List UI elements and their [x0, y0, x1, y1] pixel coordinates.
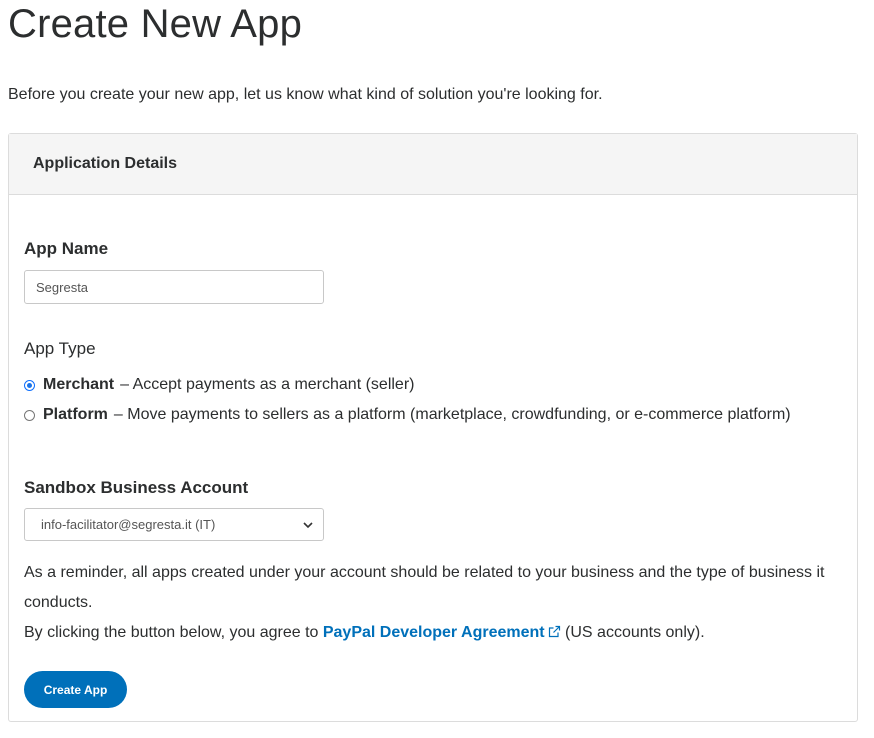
chevron-down-icon: [303, 521, 313, 528]
developer-agreement-link[interactable]: PayPal Developer Agreement: [323, 624, 561, 641]
app-name-label: App Name: [24, 239, 109, 258]
sandbox-account-select[interactable]: info-facilitator@segresta.it (IT): [24, 508, 324, 541]
page-title: Create New App: [8, 2, 303, 46]
merchant-radio[interactable]: [24, 379, 35, 391]
merchant-option-description: – Accept payments as a merchant (seller): [120, 376, 415, 393]
agreement-suffix: (US accounts only).: [565, 624, 705, 641]
card-header: Application Details: [9, 134, 857, 195]
external-link-icon: [548, 625, 560, 638]
app-type-label: App Type: [24, 339, 96, 358]
page-intro: Before you create your new app, let us k…: [8, 86, 603, 103]
create-app-button[interactable]: Create App: [24, 671, 127, 708]
platform-option-name: Platform: [43, 406, 108, 423]
app-name-input[interactable]: [24, 270, 324, 304]
card-header-title: Application Details: [33, 155, 178, 172]
sandbox-account-selected: info-facilitator@segresta.it (IT): [41, 517, 216, 532]
application-details-card: Application Details App Name App Type Me…: [8, 133, 858, 722]
radio-option-merchant[interactable]: Merchant – Accept payments as a merchant…: [24, 376, 414, 394]
reminder-text: As a reminder, all apps created under yo…: [24, 564, 825, 611]
create-app-page: Create New App Before you create your ne…: [0, 0, 874, 738]
radio-option-platform[interactable]: Platform – Move payments to sellers as a…: [24, 406, 791, 424]
sandbox-account-label: Sandbox Business Account: [24, 478, 249, 497]
agreement-prefix: By clicking the button below, you agree …: [24, 624, 319, 641]
platform-radio[interactable]: [24, 409, 35, 421]
developer-agreement-link-label: PayPal Developer Agreement: [322, 624, 545, 641]
merchant-option-name: Merchant: [43, 376, 115, 393]
agreement-text: By clicking the button below, you agree …: [24, 618, 844, 648]
platform-option-description: – Move payments to sellers as a platform…: [113, 406, 791, 423]
